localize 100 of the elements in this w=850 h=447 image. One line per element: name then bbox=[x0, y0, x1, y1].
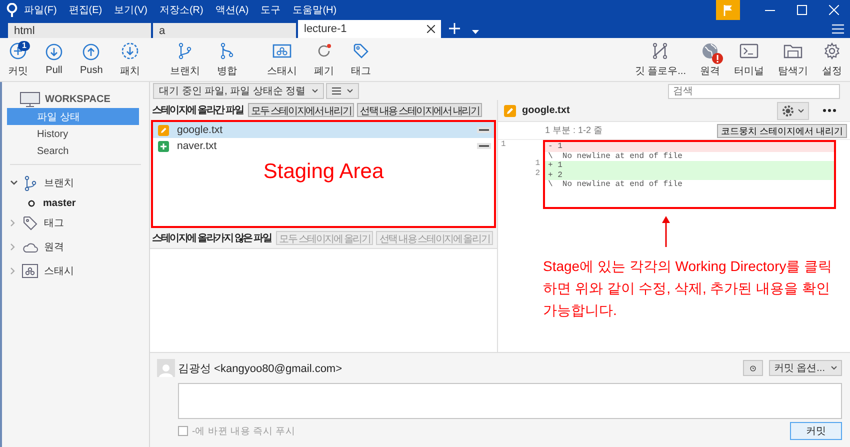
chevron-right-icon bbox=[10, 267, 16, 275]
monitor-icon bbox=[20, 92, 40, 106]
toolbar-button[interactable]: 태그 bbox=[346, 40, 375, 80]
history-button[interactable] bbox=[742, 360, 763, 376]
person-icon bbox=[159, 363, 173, 377]
toolbar-button[interactable]: 폐기 bbox=[310, 40, 338, 80]
sidebar-item[interactable]: History bbox=[7, 125, 139, 142]
pencil-icon bbox=[158, 124, 169, 136]
circle-icon bbox=[28, 200, 35, 206]
minus-icon bbox=[479, 129, 489, 131]
menu-item[interactable]: 도움말(H) bbox=[286, 3, 343, 17]
caret-icon bbox=[472, 30, 479, 34]
menu-item[interactable]: 도구 bbox=[254, 3, 287, 17]
toolbar-button[interactable]: 브랜치 bbox=[166, 40, 204, 80]
git-flow-icon bbox=[651, 42, 670, 60]
tag-icon bbox=[22, 215, 38, 231]
more-icon bbox=[823, 109, 836, 112]
toolbar-button[interactable]: 설정 bbox=[818, 40, 846, 80]
down-arrow-circle-icon bbox=[45, 43, 63, 61]
diff-line: \ No newline at end of file bbox=[547, 152, 684, 161]
close-icon bbox=[829, 5, 839, 15]
chevron-down-icon bbox=[346, 89, 353, 93]
tab[interactable]: a bbox=[153, 23, 296, 38]
diff-line: \ No newline at end of file bbox=[547, 180, 684, 190]
stash-icon bbox=[22, 264, 38, 278]
stash-icon bbox=[272, 42, 292, 60]
chevron-right-icon bbox=[10, 219, 16, 227]
menu-item[interactable]: 보기(V) bbox=[108, 3, 154, 17]
chevron-down-icon bbox=[312, 89, 318, 93]
stage-button[interactable]: 모두 스테이지에서 내리기 bbox=[248, 103, 354, 117]
toolbar-button[interactable]: 탐색기 bbox=[774, 40, 812, 80]
sidebar-section[interactable]: 스태시 bbox=[2, 259, 149, 283]
toolbar-button[interactable]: 원격 bbox=[696, 40, 724, 80]
view-dropdown[interactable] bbox=[326, 83, 359, 99]
panel-title: 스테이지에 올라간 파일 bbox=[152, 104, 244, 117]
sidebar-section[interactable]: 원격 bbox=[2, 235, 149, 259]
sort-dropdown[interactable]: 대기 중인 파일, 파일 상태순 정렬 bbox=[153, 83, 324, 99]
sidebar-section[interactable]: 태그 bbox=[2, 211, 149, 235]
sidebar-section[interactable]: 브랜치 bbox=[2, 171, 149, 195]
author-label: 김광성 <kangyoo80@gmail.com> bbox=[178, 362, 342, 376]
commit-options-dropdown[interactable]: 커밋 옵션... bbox=[768, 360, 842, 376]
commit-message-field[interactable] bbox=[178, 383, 842, 419]
line-number: 2 bbox=[535, 168, 540, 178]
pencil-icon bbox=[504, 104, 516, 116]
tab[interactable]: html bbox=[8, 23, 151, 38]
branch-item[interactable]: master bbox=[43, 198, 76, 208]
line-number: 1 bbox=[535, 159, 540, 168]
chevron-right-icon bbox=[10, 243, 16, 251]
menu-icon bbox=[832, 24, 844, 34]
file-name: google.txt bbox=[522, 105, 570, 116]
commit-button[interactable]: 커밋 bbox=[790, 422, 842, 440]
hunk-header: 1 부분 : 1-2 줄 bbox=[545, 124, 603, 137]
annotation-label: Staging Area bbox=[262, 160, 385, 184]
search-field[interactable]: 검색 bbox=[668, 84, 840, 98]
menu-item[interactable]: 액션(A) bbox=[209, 3, 255, 17]
menu-item[interactable]: 파일(F) bbox=[18, 3, 63, 17]
checkbox-label: -에 바뀐 내용 즉시 푸시 bbox=[192, 424, 296, 438]
toolbar-button[interactable]: 패치 bbox=[116, 40, 144, 80]
chevron-down-icon bbox=[798, 108, 804, 112]
toolbar-button[interactable]: 병합 bbox=[212, 40, 241, 80]
toolbar-button[interactable]: Push bbox=[76, 40, 107, 80]
settings-icon bbox=[823, 42, 841, 60]
toolbar-button[interactable]: 깃 플로우... bbox=[630, 40, 690, 80]
section-title: WORKSPACE bbox=[45, 94, 110, 104]
chevron-down-icon bbox=[10, 180, 18, 186]
up-arrow-icon bbox=[661, 214, 671, 246]
plus-circle-icon bbox=[9, 42, 27, 60]
terminal-icon bbox=[739, 42, 759, 60]
settings-dropdown[interactable] bbox=[777, 102, 809, 120]
menu-item[interactable]: 편집(E) bbox=[62, 3, 108, 17]
unstage-hunk-button[interactable]: 코드뭉치 스테이지에서 내리기 bbox=[716, 124, 847, 138]
maximize-icon bbox=[797, 5, 807, 15]
tab[interactable]: lecture-1 bbox=[298, 20, 441, 38]
sidebar-item[interactable]: Search bbox=[7, 142, 139, 159]
tag-icon bbox=[352, 42, 370, 60]
chevron-down-icon bbox=[831, 366, 837, 370]
menu-item[interactable]: 저장소(R) bbox=[153, 3, 210, 17]
stage-button[interactable]: 선택 내용 스테이지에서 내리기 bbox=[357, 103, 482, 117]
cloud-icon bbox=[22, 241, 38, 253]
flag-icon bbox=[723, 4, 733, 16]
list-icon bbox=[332, 87, 341, 95]
plus-square-icon bbox=[158, 140, 169, 152]
line-number: 1 bbox=[501, 140, 506, 149]
toolbar-button[interactable]: 스태시 bbox=[262, 40, 301, 80]
toolbar-button[interactable]: Pull bbox=[41, 40, 67, 80]
logo-icon bbox=[6, 3, 18, 17]
branch-icon bbox=[22, 175, 38, 191]
close-icon bbox=[427, 25, 435, 33]
panel-title: 스테이지에 올라가지 않은 파일 bbox=[152, 232, 272, 245]
settings-icon bbox=[782, 104, 794, 116]
minus-icon bbox=[479, 145, 489, 147]
toolbar-button[interactable]: 커밋 1 bbox=[4, 40, 32, 80]
toolbar-button[interactable]: 터미널 bbox=[730, 40, 768, 80]
up-arrow-circle-icon bbox=[82, 43, 100, 61]
file-row[interactable]: google.txt bbox=[153, 122, 494, 138]
annotation-note: Stage에 있는 각각의 Working Directory를 클릭하면 위와 같이 수정, 삭제, 추가된 내용을 확인 가능합니다. bbox=[543, 256, 834, 320]
count-badge: 1 bbox=[18, 40, 30, 50]
plus-icon bbox=[449, 23, 460, 34]
alert-icon bbox=[712, 52, 723, 64]
file-row[interactable]: naver.txt bbox=[153, 138, 494, 154]
